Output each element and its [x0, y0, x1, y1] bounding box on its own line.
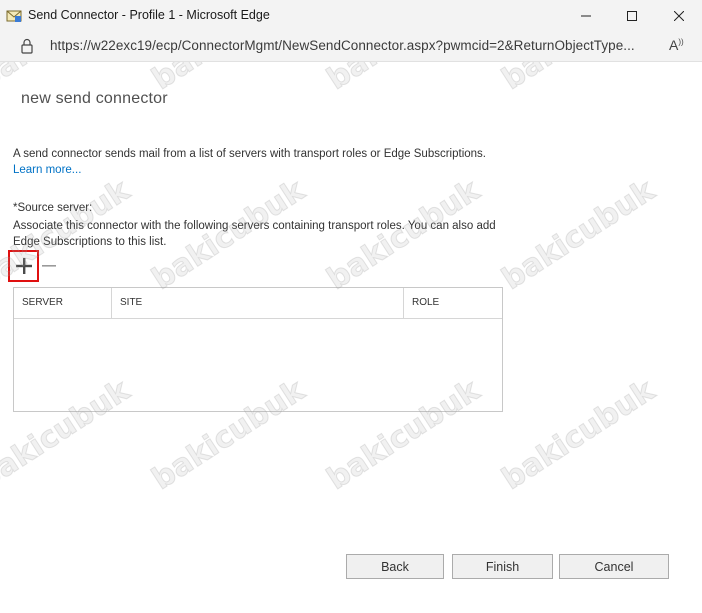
source-server-help: Associate this connector with the follow…	[13, 220, 496, 248]
read-aloud-icon[interactable]: A))	[669, 37, 684, 53]
column-header-role[interactable]: ROLE	[404, 288, 502, 318]
watermark-text: bakicubuk	[320, 62, 486, 98]
minimize-icon	[581, 15, 591, 17]
maximize-button[interactable]	[609, 0, 655, 32]
watermark-text: bakicubuk	[145, 62, 311, 98]
add-server-button[interactable]	[8, 250, 39, 282]
column-header-server[interactable]: SERVER	[14, 288, 112, 318]
remove-server-button[interactable]	[40, 254, 58, 278]
lock-icon[interactable]	[20, 38, 34, 54]
minus-icon	[42, 265, 56, 267]
watermark-text: bakicubuk	[495, 372, 661, 497]
page-description: A send connector sends mail from a list …	[13, 148, 486, 160]
url-field[interactable]: https://w22exc19/ecp/ConnectorMgmt/NewSe…	[50, 38, 655, 53]
back-button[interactable]: Back	[346, 554, 444, 579]
cancel-button[interactable]: Cancel	[559, 554, 669, 579]
mail-envelope-icon	[6, 10, 22, 22]
source-server-table[interactable]: SERVER SITE ROLE	[13, 287, 503, 412]
window-titlebar: Send Connector - Profile 1 - Microsoft E…	[0, 0, 702, 32]
watermark-text: bakicubuk	[495, 172, 661, 297]
page-title: new send connector	[21, 90, 168, 107]
maximize-icon	[627, 11, 637, 21]
minimize-button[interactable]	[563, 0, 609, 32]
close-button[interactable]	[656, 0, 702, 32]
finish-button[interactable]: Finish	[452, 554, 553, 579]
table-header: SERVER SITE ROLE	[14, 288, 502, 319]
source-server-label: *Source server:	[13, 202, 93, 214]
close-icon	[674, 11, 684, 21]
window-title: Send Connector - Profile 1 - Microsoft E…	[28, 8, 270, 22]
plus-icon	[15, 258, 32, 274]
column-header-site[interactable]: SITE	[112, 288, 404, 318]
address-bar: https://w22exc19/ecp/ConnectorMgmt/NewSe…	[0, 32, 702, 62]
watermark-text: bakicubuk	[495, 62, 661, 98]
learn-more-link[interactable]: Learn more...	[13, 164, 81, 176]
